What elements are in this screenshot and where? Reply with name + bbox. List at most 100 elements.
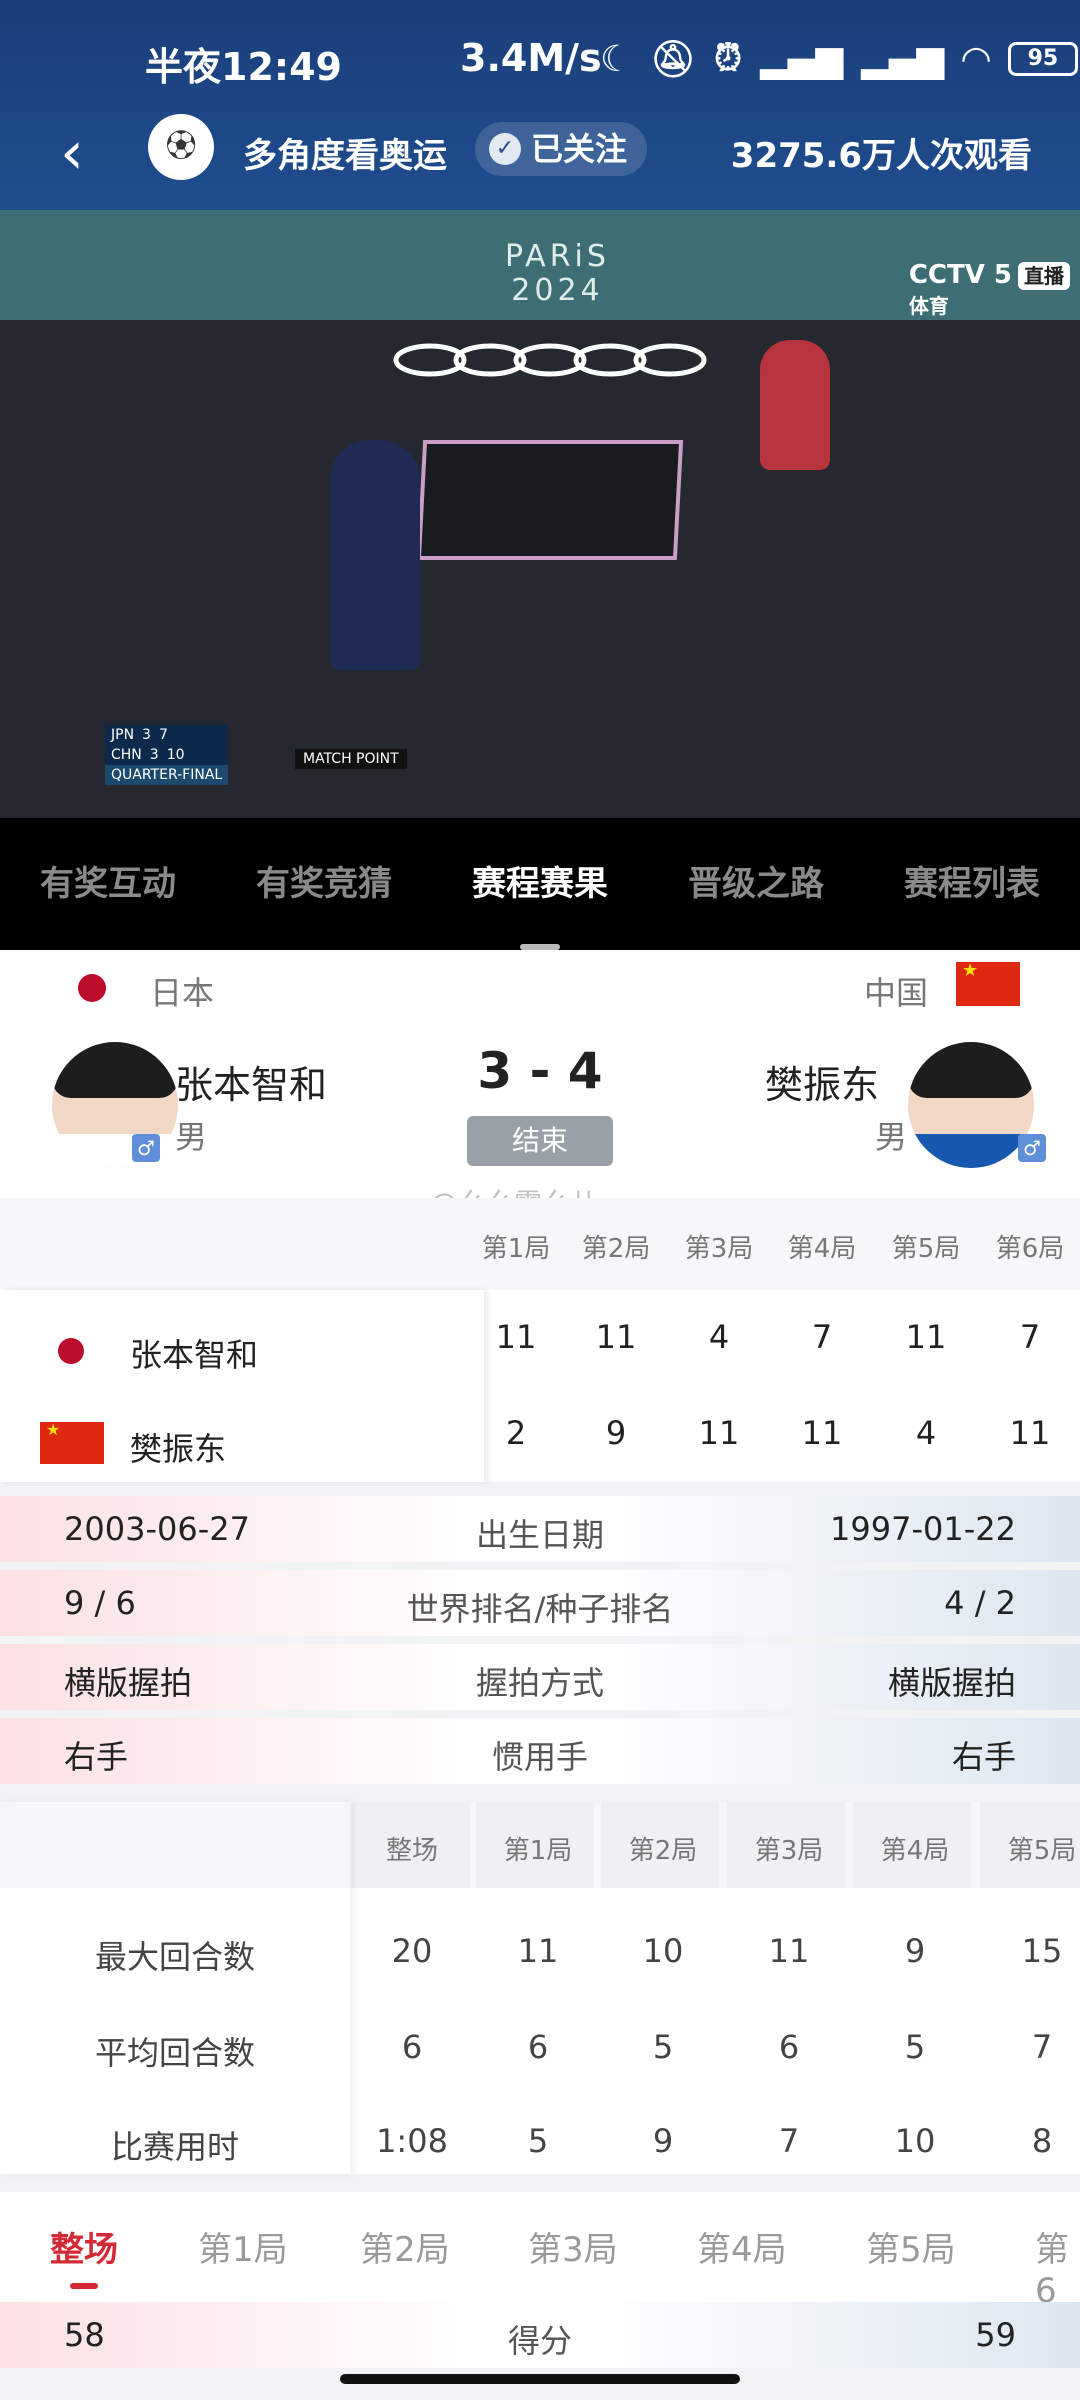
- stat-value: 6: [778, 2028, 800, 2066]
- nav-row: ‹ ⚽︎ 多角度看奥运 ✓ 已关注 3275.6万人次观看: [0, 110, 1080, 190]
- set-scores-table: 第1局 第2局 第3局 第4局 第5局 第6局 张本智和 樊振东 11 11 4…: [0, 1198, 1080, 1482]
- list-item: 2003-06-27 出生日期 1997-01-22: [0, 1496, 1080, 1562]
- japan-flag-icon: [58, 1338, 84, 1364]
- stat-header: 第3局: [754, 1836, 824, 1866]
- status-icons: ☾ 🔕︎ ⏰︎ ▂▄▆ ▂▄▆ ◠ 95: [600, 38, 1078, 80]
- signal-icon: ▂▄▆: [861, 38, 945, 80]
- male-icon: ♂: [1018, 1134, 1046, 1162]
- stat-value: 7: [1031, 2028, 1053, 2066]
- set-score: 9: [605, 1414, 627, 1452]
- tab-path[interactable]: 晋级之路: [648, 818, 864, 950]
- set-score: 7: [1019, 1318, 1041, 1356]
- points-label: 得分: [507, 2322, 572, 2360]
- bell-off-icon: 🔕︎: [650, 39, 696, 80]
- match-point-label: MATCH POINT: [295, 749, 407, 769]
- section-tabs: 有奖互动 有奖竞猜 赛程赛果 晋级之路 赛程列表: [0, 818, 1080, 950]
- set-score: 11: [1009, 1414, 1051, 1452]
- back-icon[interactable]: ‹: [60, 118, 84, 188]
- stat-value: 9: [904, 1932, 926, 1970]
- tab-set-6[interactable]: 第6: [1035, 2222, 1080, 2311]
- follow-button[interactable]: ✓ 已关注: [475, 122, 648, 176]
- stat-value: 15: [1021, 1932, 1063, 1970]
- player-info-comparison: 2003-06-27 出生日期 1997-01-22 9 / 6 世界排名/种子…: [0, 1496, 1080, 1792]
- tab-set-1[interactable]: 第1局: [198, 2222, 288, 2271]
- home-indicator[interactable]: [340, 2374, 740, 2384]
- stat-header: 第5局: [1007, 1836, 1077, 1866]
- tab-guess[interactable]: 有奖竞猜: [216, 818, 432, 950]
- moon-icon: ☾: [600, 38, 633, 80]
- right-points: 59: [975, 2316, 1016, 2354]
- right-player-gender: 男: [875, 1118, 908, 1156]
- stat-value: 11: [517, 1932, 559, 1970]
- set-header: 第4局: [787, 1234, 857, 1264]
- stat-value: 20: [391, 1932, 433, 1970]
- stat-value: 7: [778, 2122, 800, 2160]
- right-value: 右手: [951, 1738, 1016, 1776]
- set-score: 4: [708, 1318, 730, 1356]
- app-header: 半夜12:49 3.4M/s ☾ 🔕︎ ⏰︎ ▂▄▆ ▂▄▆ ◠ 95 ‹ ⚽︎…: [0, 0, 1080, 210]
- stat-value: 10: [642, 1932, 684, 1970]
- set-header: 第3局: [684, 1234, 754, 1264]
- player-bowing: [760, 340, 830, 470]
- stat-label: 最大回合数: [94, 1938, 255, 1976]
- stat-value: 1:08: [376, 2122, 448, 2160]
- period-tabs: 整场 第1局 第2局 第3局 第4局 第5局 第6: [0, 2192, 1080, 2311]
- set-score: 11: [801, 1414, 843, 1452]
- row-label: 惯用手: [491, 1738, 588, 1776]
- video-player[interactable]: PARiS 2024 CCTV 5 直播 体育 JPN 3 7 CHN 3 10 …: [0, 210, 1080, 818]
- stat-header: 第2局: [628, 1836, 698, 1866]
- japan-flag-icon: [78, 974, 106, 1002]
- channel-avatar[interactable]: ⚽︎: [148, 114, 214, 180]
- channel-name[interactable]: 多角度看奥运: [243, 128, 447, 177]
- ping-pong-table: [416, 440, 684, 560]
- table-row-player: 张本智和: [130, 1336, 259, 1374]
- table-header: 第1局 第2局 第3局 第4局 第5局 第6局: [0, 1198, 1080, 1290]
- tab-schedule[interactable]: 赛程列表: [864, 818, 1080, 950]
- right-player-name[interactable]: 樊振东: [765, 1054, 879, 1109]
- arena-wall: PARiS 2024 CCTV 5 直播 体育: [0, 210, 1080, 320]
- set-score: 2: [505, 1414, 527, 1452]
- china-flag-icon: [956, 960, 1020, 1006]
- avatar[interactable]: [908, 1042, 1034, 1168]
- check-icon: ✓: [489, 133, 521, 165]
- network-speed: 3.4M/s: [460, 36, 602, 80]
- tv-scoreboard: JPN 3 7 CHN 3 10 QUARTER-FINAL MATCH POI…: [105, 725, 407, 785]
- tab-set-5[interactable]: 第5局: [866, 2222, 956, 2271]
- right-value: 4 / 2: [944, 1584, 1016, 1622]
- tab-set-4[interactable]: 第4局: [697, 2222, 787, 2271]
- set-score: 11: [495, 1318, 537, 1356]
- paris-logo: PARiS 2024: [505, 240, 610, 308]
- left-player-gender: 男: [175, 1118, 208, 1156]
- list-item: 9 / 6 世界排名/种子排名 4 / 2: [0, 1570, 1080, 1636]
- live-badge: 直播: [1018, 262, 1070, 290]
- match-score: 3 - 4: [477, 1042, 603, 1100]
- right-country: 中国: [864, 974, 929, 1012]
- battery-icon: 95: [1007, 42, 1078, 76]
- stat-value: 5: [652, 2028, 674, 2066]
- stat-value: 8: [1031, 2122, 1053, 2160]
- male-icon: ♂: [132, 1134, 160, 1162]
- scoreboard-row: CHN 3 10: [105, 745, 229, 765]
- set-header: 第2局: [581, 1234, 651, 1264]
- follow-label: 已关注: [531, 130, 628, 168]
- tab-set-2[interactable]: 第2局: [360, 2222, 450, 2271]
- set-score: 11: [698, 1414, 740, 1452]
- set-score: 7: [811, 1318, 833, 1356]
- stat-header: 整场: [385, 1836, 438, 1866]
- row-label: 世界排名/种子排名: [406, 1590, 674, 1628]
- set-header: 第5局: [891, 1234, 961, 1264]
- stat-label-column: [0, 1802, 350, 2174]
- tab-results[interactable]: 赛程赛果: [432, 818, 648, 950]
- year-text: 2024: [511, 273, 604, 308]
- view-count: 3275.6万人次观看: [730, 136, 1032, 176]
- status-time: 半夜12:49: [145, 45, 342, 89]
- tab-interactive[interactable]: 有奖互动: [0, 818, 216, 950]
- tab-full-match[interactable]: 整场: [50, 2222, 118, 2289]
- stat-value: 6: [527, 2028, 549, 2066]
- left-player-name[interactable]: 张本智和: [175, 1054, 327, 1109]
- tab-set-3[interactable]: 第3局: [528, 2222, 618, 2271]
- list-item: 横版握拍 握拍方式 横版握拍: [0, 1644, 1080, 1710]
- set-score: 4: [915, 1414, 937, 1452]
- signal-icon: ▂▄▆: [760, 38, 844, 80]
- paris-text: PARiS: [505, 239, 610, 274]
